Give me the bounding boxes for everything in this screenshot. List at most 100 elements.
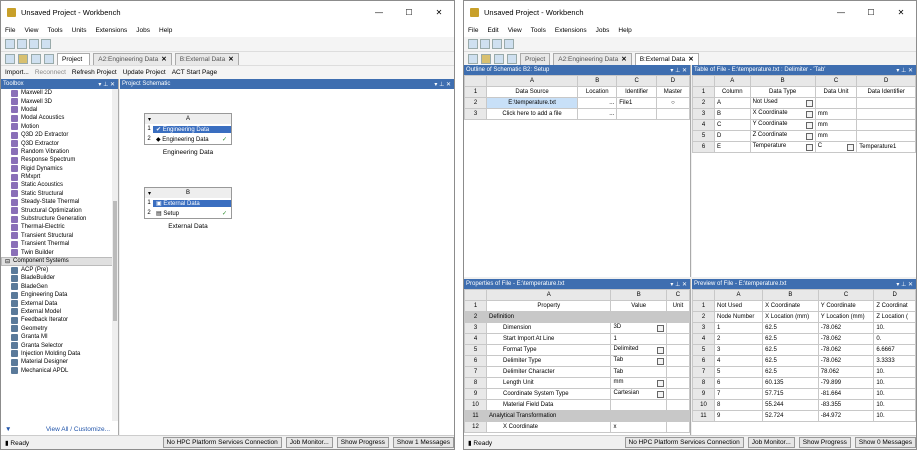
- cell[interactable]: mm: [610, 377, 667, 389]
- toolbox-item[interactable]: Maxwell 2D: [1, 89, 118, 97]
- save-disk-icon[interactable]: [494, 53, 504, 64]
- show-progress-button[interactable]: Show Progress: [798, 437, 851, 448]
- cell[interactable]: Analytical Transformation: [485, 410, 612, 422]
- cell[interactable]: mm: [814, 119, 858, 131]
- cell[interactable]: Y Coordinate: [749, 119, 816, 131]
- table-row[interactable]: 3 Dimension 3D: [464, 322, 690, 334]
- cell[interactable]: 2: [713, 333, 764, 345]
- maximize-icon[interactable]: ☐: [856, 8, 886, 17]
- panel-pin-icon[interactable]: ▾ ⊥ ✕: [896, 281, 913, 288]
- save-as-icon[interactable]: [44, 53, 54, 64]
- menu-tools[interactable]: Tools: [531, 27, 546, 34]
- col-header[interactable]: C: [616, 75, 657, 87]
- cell[interactable]: Format Type: [485, 344, 612, 356]
- maximize-icon[interactable]: ☐: [394, 8, 424, 17]
- toolbox-item[interactable]: Random Vibration: [1, 148, 118, 156]
- toolbox-item[interactable]: Static Structural: [1, 190, 118, 198]
- table-row[interactable]: 7 Delimiter Character Tab: [464, 366, 690, 378]
- cell[interactable]: [856, 130, 916, 142]
- col-header[interactable]: D: [873, 289, 916, 301]
- cell[interactable]: 10.: [873, 366, 916, 378]
- open-icon[interactable]: [17, 39, 27, 49]
- toolbox-item[interactable]: Modal: [1, 106, 118, 114]
- menu-extensions[interactable]: Extensions: [95, 27, 127, 34]
- system-menu-icon[interactable]: ▾: [148, 190, 151, 197]
- system-b-row-2[interactable]: 2 ▤ Setup ✓: [145, 208, 231, 218]
- cell[interactable]: [665, 410, 690, 422]
- cell[interactable]: Material Field Data: [485, 399, 612, 411]
- cell[interactable]: Not Used: [749, 97, 816, 109]
- table-row[interactable]: 2 Node Number X Location (mm) Y Location (m…: [692, 311, 916, 323]
- cell[interactable]: -78.062: [817, 355, 875, 367]
- table-row[interactable]: 4 Start Import At Line 1: [464, 333, 690, 345]
- cell[interactable]: C: [714, 119, 751, 131]
- table-row[interactable]: 5DZ Coordinate mm: [692, 130, 916, 142]
- component-item[interactable]: Material Designer: [1, 358, 118, 366]
- hpc-connection-button[interactable]: No HPC Platform Services Connection: [624, 437, 744, 448]
- add-file-cell[interactable]: Click here to add a file: [485, 108, 579, 120]
- new-file-icon[interactable]: [468, 53, 478, 64]
- import-button[interactable]: Import...: [5, 69, 29, 76]
- menu-tools[interactable]: Tools: [47, 27, 62, 34]
- cell[interactable]: X Location (mm): [762, 311, 819, 323]
- toolbox-item[interactable]: Transient Thermal: [1, 240, 118, 248]
- cell[interactable]: [856, 119, 916, 131]
- panel-pin-icon[interactable]: ▾ ⊥ ✕: [98, 81, 115, 88]
- table-row[interactable]: 2 E:\temperature.txt... File1 ○: [464, 97, 691, 109]
- save-disk-icon[interactable]: [31, 53, 41, 64]
- cell[interactable]: -78.062: [817, 344, 875, 356]
- reconnect-button[interactable]: Reconnect: [35, 69, 66, 76]
- cell[interactable]: [665, 355, 690, 367]
- toolbox-item[interactable]: Q3D Extractor: [1, 139, 118, 148]
- job-monitor-button[interactable]: Job Monitor...: [285, 437, 333, 448]
- save-icon[interactable]: [492, 39, 502, 49]
- engineering-data-cell[interactable]: ✔ Engineering Data: [153, 125, 231, 133]
- cell[interactable]: -78.062: [817, 322, 875, 334]
- cell[interactable]: 62.5: [762, 366, 819, 378]
- view-all-link[interactable]: View All / Customize...: [46, 426, 110, 433]
- panel-pin-icon[interactable]: ▾ ⊥ ✕: [896, 67, 913, 74]
- toolbox-item[interactable]: Q3D 2D Extractor: [1, 131, 118, 139]
- tab-close-icon[interactable]: ✕: [621, 55, 626, 63]
- cell[interactable]: [665, 399, 690, 411]
- table-row[interactable]: 4CY Coordinate mm: [692, 119, 916, 131]
- table-row[interactable]: 4 2 62.5 -78.062 0.: [692, 333, 916, 345]
- cell[interactable]: 9: [713, 410, 764, 422]
- master-radio[interactable]: ○: [655, 97, 691, 109]
- system-a-row-1[interactable]: 1 ✔ Engineering Data: [145, 124, 231, 134]
- component-item[interactable]: BladeBuilder: [1, 274, 118, 282]
- menu-jobs[interactable]: Jobs: [596, 27, 610, 34]
- cell[interactable]: E: [714, 141, 751, 153]
- cell[interactable]: -83.355: [817, 399, 875, 411]
- system-a-caption[interactable]: Engineering Data: [144, 149, 232, 156]
- show-progress-button[interactable]: Show Progress: [336, 437, 389, 448]
- table-row[interactable]: 11 9 52.724 -84.972 10.: [692, 410, 916, 422]
- menu-extensions[interactable]: Extensions: [555, 27, 587, 34]
- col-header[interactable]: B: [577, 75, 618, 87]
- cell[interactable]: 1: [713, 322, 764, 334]
- new-icon[interactable]: [468, 39, 478, 49]
- cell[interactable]: 62.5: [762, 322, 819, 334]
- menu-view[interactable]: View: [24, 27, 38, 34]
- cell[interactable]: 52.724: [762, 410, 819, 422]
- component-systems-header[interactable]: ⊟ Component Systems: [1, 256, 118, 266]
- menu-units[interactable]: Units: [72, 27, 87, 34]
- cell[interactable]: Not Used: [713, 300, 764, 312]
- cell[interactable]: Delimiter Character: [485, 366, 612, 378]
- system-b-block[interactable]: ▾ B 1 ▣ External Data 2 ▤ Setup ✓: [144, 187, 232, 219]
- toolbox-item[interactable]: Modal Acoustics: [1, 114, 118, 122]
- table-row[interactable]: 9 7 57.715 -81.664 10.: [692, 388, 916, 400]
- cell[interactable]: X Coordinate: [749, 108, 816, 120]
- show-messages-button[interactable]: Show 1 Messages: [392, 437, 454, 448]
- cell[interactable]: 78.062: [817, 366, 875, 378]
- dropdown-arrow-icon[interactable]: [805, 133, 813, 140]
- table-row[interactable]: 3 Click here to add a file...: [464, 108, 691, 120]
- close-icon[interactable]: ✕: [886, 8, 916, 17]
- tab-close-icon[interactable]: ✕: [161, 55, 166, 63]
- table-row[interactable]: 5 Format Type Delimited: [464, 344, 690, 356]
- cell[interactable]: 8: [713, 399, 764, 411]
- table-row[interactable]: 7 5 62.5 78.062 10.: [692, 366, 916, 378]
- minimize-icon[interactable]: —: [364, 8, 394, 17]
- open-folder-icon[interactable]: [481, 53, 491, 64]
- cell[interactable]: 10.: [873, 322, 916, 334]
